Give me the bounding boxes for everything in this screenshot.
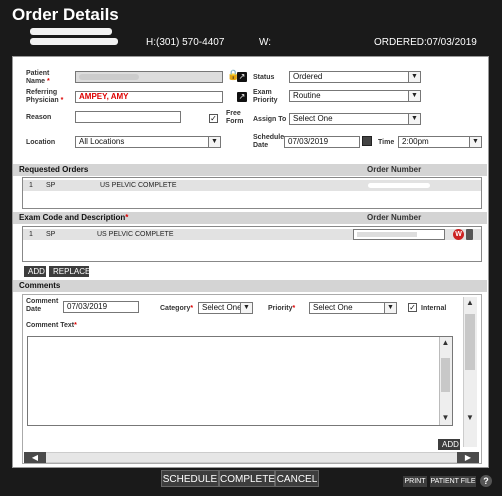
add-comment-button[interactable]: ADD — [438, 439, 460, 450]
scroll-left-icon[interactable]: ◀ — [24, 452, 46, 463]
panel-scroll-up-icon[interactable]: ▲ — [463, 297, 477, 309]
chevron-down-icon: ▼ — [469, 137, 481, 147]
home-phone: H:(301) 570-4407 — [146, 37, 225, 48]
patient-name-label: Patient Name * — [26, 70, 50, 85]
exam-priority-label: Exam Priority — [253, 89, 278, 104]
status-select[interactable]: Ordered ▼ — [289, 71, 421, 83]
category-label: Category* — [160, 305, 194, 312]
calendar-icon[interactable] — [362, 136, 372, 146]
horizontal-scrollbar[interactable] — [24, 452, 479, 463]
patient-name-redacted — [30, 28, 112, 35]
chevron-down-icon: ▼ — [208, 137, 220, 147]
chevron-down-icon: ▼ — [384, 303, 396, 313]
assign-to-select[interactable]: Select One ▼ — [289, 113, 421, 125]
scroll-down-icon[interactable]: ▼ — [439, 412, 452, 424]
add-exam-button[interactable]: ADD — [24, 266, 46, 277]
exam-row-num: 1 — [29, 231, 33, 238]
requested-order-number-header: Order Number — [367, 165, 422, 174]
exam-row-desc: US PELVIC COMPLETE — [97, 231, 174, 238]
comment-text-area[interactable] — [27, 336, 453, 426]
requested-order-number-redacted — [368, 183, 430, 188]
comment-text-label: Comment Text* — [26, 322, 77, 329]
ordered-date: ORDERED:07/03/2019 — [374, 37, 477, 48]
time-select[interactable]: 2:00pm ▼ — [398, 136, 482, 148]
patient-id-redacted — [30, 38, 118, 45]
scroll-up-icon[interactable]: ▲ — [439, 337, 452, 349]
replace-exam-button[interactable]: REPLACE — [49, 266, 90, 277]
comment-scroll-thumb[interactable] — [441, 358, 450, 392]
exam-order-number-header: Order Number — [367, 213, 422, 222]
w-badge-icon[interactable]: W — [453, 229, 464, 240]
requested-row-desc: US PELVIC COMPLETE — [100, 182, 177, 189]
requested-row-num: 1 — [29, 182, 33, 189]
trash-icon[interactable] — [466, 229, 473, 240]
comment-date-label: Comment Date — [26, 298, 59, 313]
internal-label: Internal — [421, 305, 447, 312]
cancel-button[interactable]: CANCEL — [275, 470, 319, 487]
panel-scroll-down-icon[interactable]: ▼ — [463, 412, 477, 424]
panel-scroll-thumb[interactable] — [465, 314, 475, 370]
referring-physician-field[interactable]: AMPEY, AMY — [75, 91, 223, 103]
exam-priority-select[interactable]: Routine ▼ — [289, 90, 421, 102]
patient-link-icon[interactable]: ↗ — [237, 72, 247, 82]
comments-header: Comments — [13, 280, 487, 292]
physician-link-icon[interactable]: ↗ — [237, 92, 247, 102]
patient-file-button[interactable]: PATIENT FILE — [430, 476, 476, 487]
schedule-date-label: Schedule Date — [253, 134, 285, 149]
priority-label: Priority* — [268, 305, 296, 312]
comment-date-field[interactable]: 07/03/2019 — [63, 301, 139, 313]
chevron-down-icon: ▼ — [240, 303, 252, 313]
priority-select[interactable]: Select One ▼ — [309, 302, 397, 314]
free-form-label: Free Form — [226, 110, 244, 125]
location-select[interactable]: All Locations ▼ — [75, 136, 221, 148]
schedule-button[interactable]: SCHEDULE — [161, 470, 219, 487]
complete-button[interactable]: COMPLETE — [219, 470, 275, 487]
requested-row-code: SP — [46, 182, 56, 189]
print-button[interactable]: PRINT — [403, 476, 427, 487]
schedule-date-field[interactable]: 07/03/2019 — [284, 136, 360, 148]
reason-label: Reason — [26, 114, 52, 121]
exam-order-number-field[interactable] — [353, 229, 445, 240]
help-icon[interactable]: ? — [480, 475, 492, 487]
chevron-down-icon: ▼ — [408, 72, 420, 82]
chevron-down-icon: ▼ — [408, 91, 420, 101]
page-title: Order Details — [12, 5, 119, 24]
free-form-checkbox[interactable]: ✓ — [209, 114, 218, 123]
work-phone-label: W: — [259, 37, 272, 48]
chevron-down-icon: ▼ — [408, 114, 420, 124]
reason-field[interactable] — [75, 111, 181, 123]
referring-physician-label: Referring Physician * — [26, 89, 64, 104]
status-label: Status — [253, 74, 275, 81]
exam-row-code: SP — [46, 231, 56, 238]
assign-to-label: Assign To — [253, 116, 287, 123]
location-label: Location — [26, 139, 56, 146]
time-label: Time — [378, 139, 395, 146]
patient-name-field[interactable] — [75, 71, 223, 83]
category-select[interactable]: Select One ▼ — [198, 302, 253, 314]
scroll-right-icon[interactable]: ▶ — [457, 452, 479, 463]
internal-checkbox[interactable]: ✓ — [408, 303, 417, 312]
